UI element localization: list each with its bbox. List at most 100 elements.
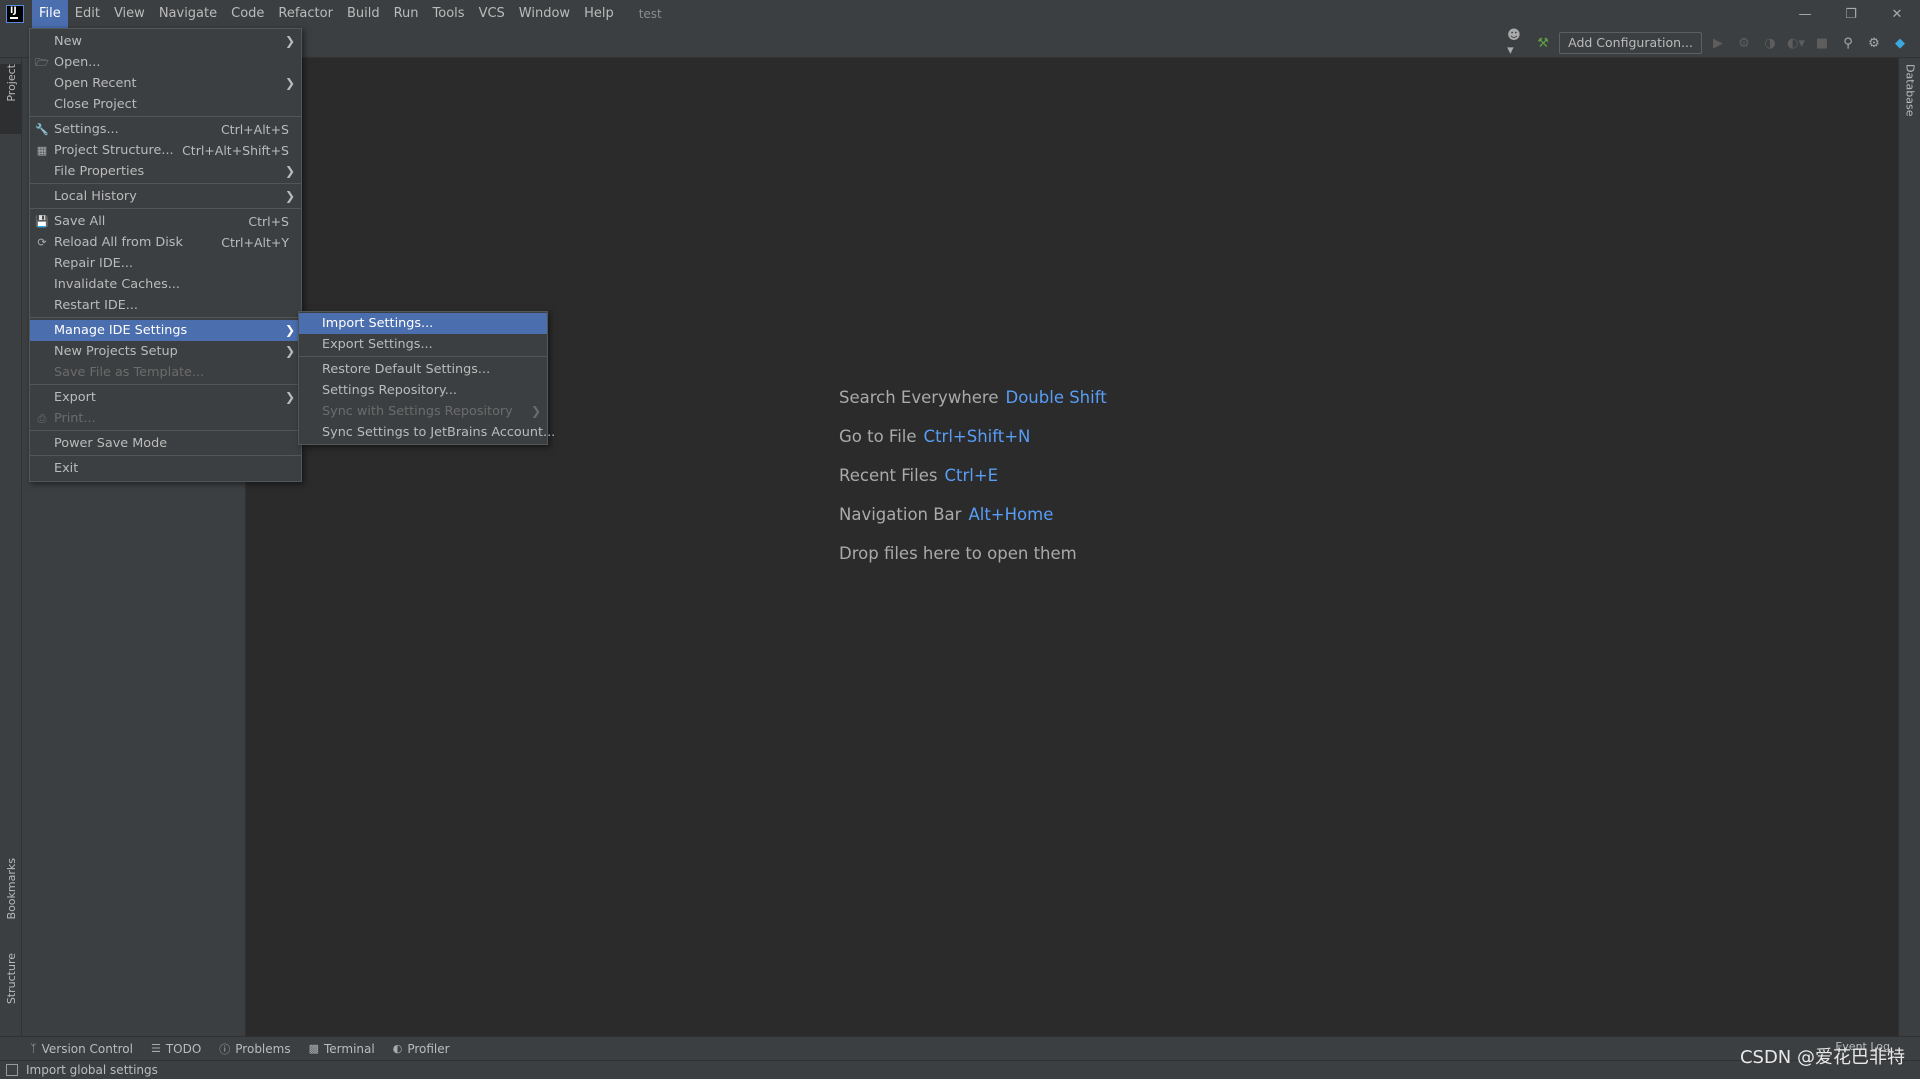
menu-item-file-properties[interactable]: File Properties ❯ (30, 161, 301, 182)
tab-project[interactable]: Project (0, 64, 22, 134)
profiler-icon: ◐ (392, 1042, 403, 1055)
menu-item-open[interactable]: 🗁 Open... (30, 52, 301, 73)
hint-text: Drop files here to open them (839, 544, 1077, 563)
menu-item-save-all[interactable]: 💾 Save All Ctrl+S (30, 211, 301, 232)
profile-icon[interactable]: ◐▾ (1786, 33, 1806, 53)
list-icon: ☰ (150, 1042, 161, 1055)
menu-item-save-file-as-template[interactable]: Save File as Template... (30, 362, 301, 383)
project-title: test (638, 7, 662, 21)
menu-separator (30, 317, 301, 318)
hint-text: Search Everywhere (839, 388, 999, 407)
submenu-item-export-settings[interactable]: Export Settings... (299, 334, 547, 355)
submenu-item-settings-repository[interactable]: Settings Repository... (299, 380, 547, 401)
menu-window[interactable]: Window (512, 0, 577, 28)
hint-shortcut: Ctrl+E (944, 466, 999, 485)
tab-terminal[interactable]: ▩ Terminal (309, 1042, 375, 1056)
menu-item-shortcut: Ctrl+S (248, 214, 289, 229)
jetbrains-toolbox-icon[interactable]: ◆ (1890, 33, 1910, 53)
hint-recent-files: Recent Files Ctrl+E (839, 464, 1107, 503)
search-icon[interactable]: ⚲ (1838, 33, 1858, 53)
hint-shortcut: Double Shift (1005, 388, 1107, 407)
stop-icon[interactable]: ■ (1812, 33, 1832, 53)
menu-separator (30, 116, 301, 117)
minimize-icon[interactable]: — (1782, 0, 1828, 28)
menu-view[interactable]: View (107, 0, 152, 28)
window-layout-icon[interactable] (6, 1064, 18, 1076)
hint-search-everywhere: Search Everywhere Double Shift (839, 386, 1107, 425)
menu-item-reload-from-disk[interactable]: ⟳ Reload All from Disk Ctrl+Alt+Y (30, 232, 301, 253)
menu-item-label: Open... (54, 55, 101, 70)
menu-separator (30, 430, 301, 431)
submenu-item-import-settings[interactable]: Import Settings... (299, 313, 547, 334)
menu-navigate[interactable]: Navigate (152, 0, 224, 28)
menu-item-manage-ide-settings[interactable]: Manage IDE Settings ❯ (30, 320, 301, 341)
menu-run[interactable]: Run (387, 0, 426, 28)
tab-database[interactable]: Database (1899, 64, 1920, 144)
menu-item-exit[interactable]: Exit (30, 458, 301, 479)
menu-item-label: Restart IDE... (54, 298, 138, 313)
intellij-logo-icon (6, 5, 24, 23)
chevron-right-icon: ❯ (284, 189, 295, 203)
tab-label: Version Control (41, 1041, 133, 1056)
menu-item-open-recent[interactable]: Open Recent ❯ (30, 73, 301, 94)
coverage-icon[interactable]: ◑ (1760, 33, 1780, 53)
terminal-icon: ▩ (308, 1042, 319, 1055)
tab-profiler[interactable]: ◐ Profiler (393, 1042, 450, 1056)
save-disk-icon: 💾 (35, 215, 49, 228)
chevron-right-icon: ❯ (284, 390, 295, 404)
menu-tools[interactable]: Tools (426, 0, 472, 28)
chevron-right-icon: ❯ (284, 323, 295, 337)
menu-item-settings[interactable]: 🔧 Settings... Ctrl+Alt+S (30, 119, 301, 140)
menu-edit[interactable]: Edit (68, 0, 107, 28)
menu-item-label: Export (54, 390, 96, 405)
folder-open-icon: 🗁 (35, 56, 49, 69)
tab-label: Problems (235, 1041, 291, 1056)
menu-item-new-projects-setup[interactable]: New Projects Setup ❯ (30, 341, 301, 362)
menu-item-local-history[interactable]: Local History ❯ (30, 186, 301, 207)
menu-separator (30, 208, 301, 209)
menu-help[interactable]: Help (577, 0, 621, 28)
menu-separator (30, 183, 301, 184)
debug-icon[interactable]: ⚙ (1734, 33, 1754, 53)
run-icon[interactable]: ▶ (1708, 33, 1728, 53)
menu-item-print[interactable]: ⎙ Print... (30, 408, 301, 429)
menu-refactor[interactable]: Refactor (271, 0, 340, 28)
menu-build[interactable]: Build (340, 0, 387, 28)
menu-code[interactable]: Code (224, 0, 271, 28)
watermark: CSDN @爱花巴非特 (1739, 1047, 1905, 1068)
user-account-icon[interactable]: ☻▾ (1507, 28, 1527, 58)
menu-item-restart-ide[interactable]: Restart IDE... (30, 295, 301, 316)
build-hammer-icon[interactable]: ⚒ (1533, 33, 1553, 53)
menu-item-invalidate-caches[interactable]: Invalidate Caches... (30, 274, 301, 295)
menu-item-label: Sync with Settings Repository (322, 404, 513, 419)
restore-icon[interactable]: ❐ (1828, 0, 1874, 28)
close-icon[interactable]: ✕ (1874, 0, 1920, 28)
menu-item-new[interactable]: New ❯ (30, 31, 301, 52)
tab-todo[interactable]: ☰ TODO (151, 1042, 201, 1056)
menu-item-export[interactable]: Export ❯ (30, 387, 301, 408)
menu-item-project-structure[interactable]: ▦ Project Structure... Ctrl+Alt+Shift+S (30, 140, 301, 161)
menu-item-repair-ide[interactable]: Repair IDE... (30, 253, 301, 274)
menu-item-label: New Projects Setup (54, 344, 178, 359)
submenu-item-restore-default-settings[interactable]: Restore Default Settings... (299, 359, 547, 380)
menu-item-power-save-mode[interactable]: Power Save Mode (30, 433, 301, 454)
tab-version-control[interactable]: ᛉ Version Control (30, 1042, 133, 1056)
status-message: Import global settings (26, 1063, 158, 1077)
add-configuration-button[interactable]: Add Configuration... (1559, 32, 1702, 54)
file-menu-dropdown: New ❯ 🗁 Open... Open Recent ❯ Close Project… (29, 28, 302, 482)
menu-file[interactable]: File (32, 0, 68, 28)
settings-gear-icon[interactable]: ⚙ (1864, 33, 1884, 53)
tab-bookmarks[interactable]: Bookmarks (0, 858, 22, 938)
menu-item-shortcut: Ctrl+Alt+S (220, 122, 289, 137)
tab-label: Terminal (324, 1041, 375, 1056)
tab-problems[interactable]: ⓘ Problems (219, 1041, 290, 1057)
printer-icon: ⎙ (37, 412, 47, 425)
project-structure-icon: ▦ (36, 144, 48, 157)
submenu-item-sync-settings-repository[interactable]: Sync with Settings Repository ❯ (299, 401, 547, 422)
menu-item-close-project[interactable]: Close Project (30, 94, 301, 115)
tab-structure[interactable]: Structure (0, 953, 22, 1028)
reload-icon: ⟳ (37, 236, 47, 249)
menu-vcs[interactable]: VCS (472, 0, 512, 28)
chevron-right-icon: ❯ (284, 344, 295, 358)
submenu-item-sync-jetbrains-account[interactable]: Sync Settings to JetBrains Account... (299, 422, 555, 443)
